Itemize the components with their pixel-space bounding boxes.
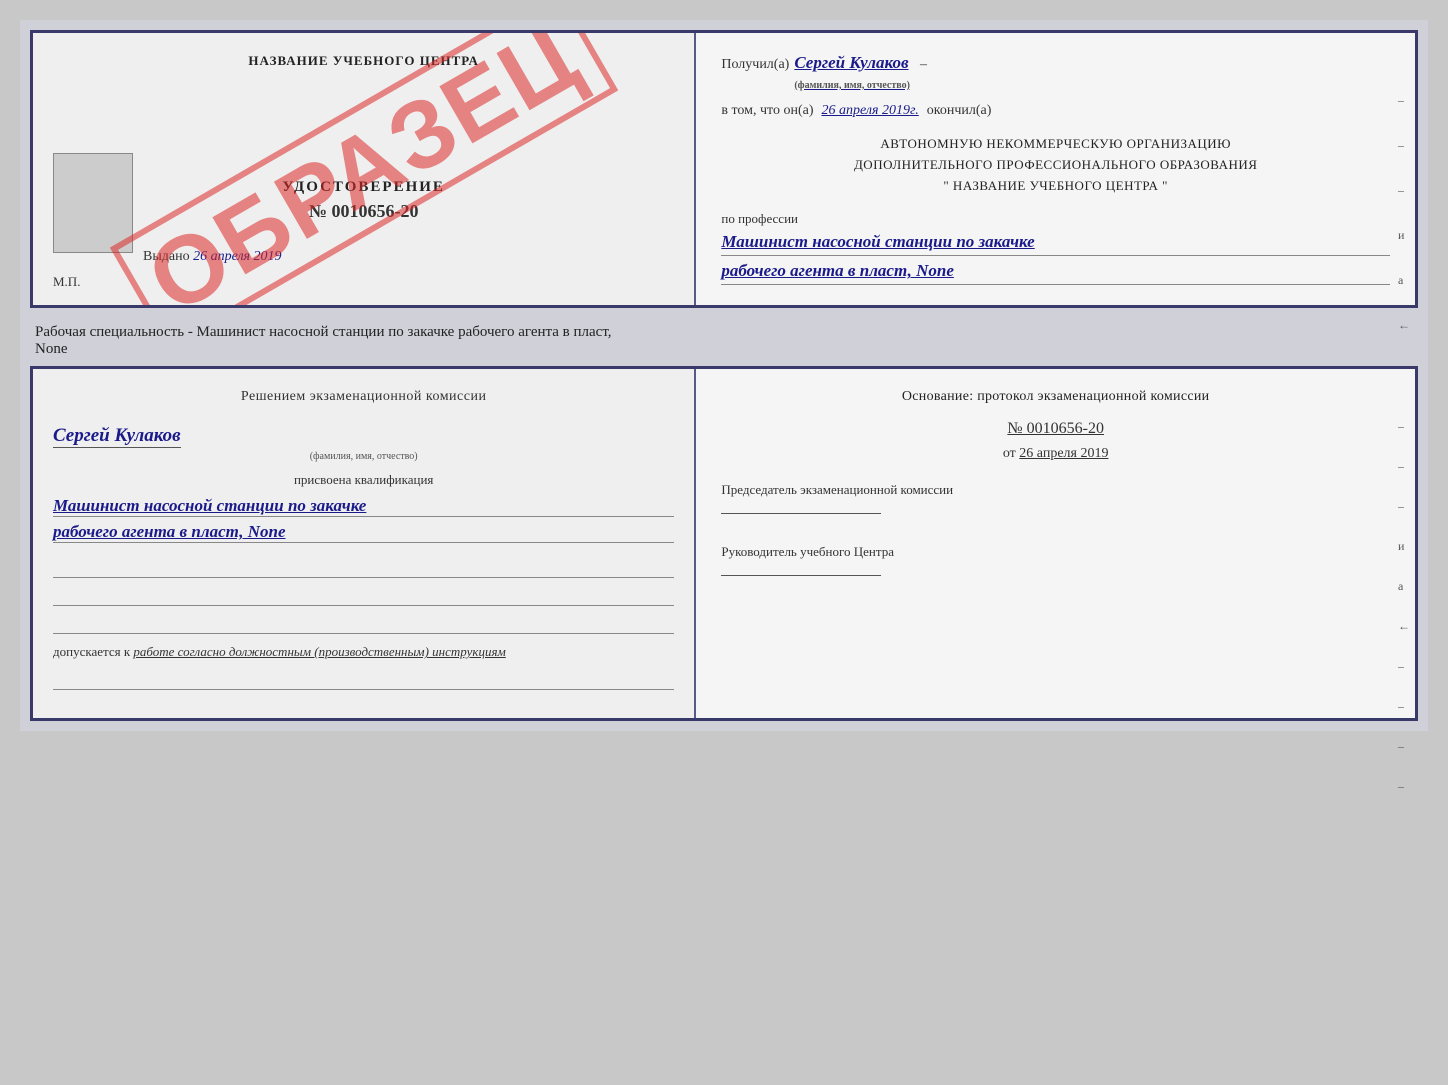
dopuskaetsya-text: допускается к работе согласно должностны… [53, 644, 674, 660]
okончил-label: окончил(а) [927, 103, 992, 119]
top-document: НАЗВАНИЕ УЧЕБНОГО ЦЕНТРА ОБРАЗЕЦ УДОСТОВ… [30, 30, 1418, 308]
blank-line1 [53, 558, 674, 578]
vtom-date: 26 апреля 2019г. [822, 103, 919, 119]
kvalif-line1: Машинист насосной станции по закачке [53, 496, 674, 517]
chairman-label: Председатель экзаменационной комиссии [721, 482, 1390, 498]
po-professii-label: по профессии [721, 211, 1390, 227]
info-line2: None [35, 341, 1413, 358]
vtom-block: в том, что он(а) 26 апреля 2019г. окончи… [721, 103, 1390, 119]
blank-line2 [53, 586, 674, 606]
dash-right: – [920, 57, 927, 73]
bottom-right-panel: Основание: протокол экзаменационной коми… [696, 369, 1415, 718]
top-left-panel: НАЗВАНИЕ УЧЕБНОГО ЦЕНТРА ОБРАЗЕЦ УДОСТОВ… [33, 33, 696, 305]
poluchil-block: Получил(а) Сергей Кулаков (фамилия, имя,… [721, 53, 1390, 93]
org-block: АВТОНОМНУЮ НЕКОММЕРЧЕСКУЮ ОРГАНИЗАЦИЮ ДО… [721, 134, 1390, 196]
protocol-number: № 0010656-20 [721, 420, 1390, 438]
chairman-sign-line [721, 513, 881, 514]
osnovanie-block: Основание: протокол экзаменационной коми… [721, 389, 1390, 405]
rukovoditel-label: Руководитель учебного Центра [721, 544, 1390, 560]
vtom-label: в том, что он(а) [721, 103, 813, 119]
org-line2: ДОПОЛНИТЕЛЬНОГО ПРОФЕССИОНАЛЬНОГО ОБРАЗО… [721, 155, 1390, 176]
page-container: НАЗВАНИЕ УЧЕБНОГО ЦЕНТРА ОБРАЗЕЦ УДОСТОВ… [20, 20, 1428, 731]
bottom-familiya-hint: (фамилия, имя, отчество) [53, 451, 674, 462]
top-right-panel: Получил(а) Сергей Кулаков (фамилия, имя,… [696, 33, 1415, 305]
vydano-line: Выдано 26 апреля 2019 [143, 249, 282, 265]
udostoverenie-number: № 0010656-20 [53, 201, 674, 222]
rukovoditel-block: Руководитель учебного Центра [721, 544, 1390, 576]
profession-line2: рабочего агента в пласт, None [721, 261, 1390, 285]
bottom-document: Решением экзаменационной комиссии Сергей… [30, 366, 1418, 721]
bottom-name: Сергей Кулаков [53, 425, 181, 448]
prisvoena-text: присвоена квалификация [53, 472, 674, 488]
photo-placeholder [53, 153, 133, 253]
vydano-date: 26 апреля 2019 [193, 249, 281, 264]
mp-label: М.П. [53, 274, 80, 290]
bottom-left-panel: Решением экзаменационной комиссии Сергей… [33, 369, 696, 718]
rukovoditel-sign-line [721, 575, 881, 576]
ot-date-value: 26 апреля 2019 [1019, 446, 1108, 461]
blank-line3 [53, 614, 674, 634]
profession-line1: Машинист насосной станции по закачке [721, 232, 1390, 256]
side-dashes-bottom: –––иа←–––– [1398, 419, 1410, 794]
poluchil-name: Сергей Кулаков (фамилия, имя, отчество) [794, 53, 910, 93]
vydano-label: Выдано [143, 249, 190, 264]
poluchil-label: Получил(а) [721, 57, 789, 73]
ot-date: от 26 апреля 2019 [721, 446, 1390, 462]
blank-line4 [53, 670, 674, 690]
udostoverenie-title: УДОСТОВЕРЕНИЕ [53, 179, 674, 196]
info-text-block: Рабочая специальность - Машинист насосно… [30, 316, 1418, 366]
familiya-hint-top: (фамилия, имя, отчество) [794, 80, 910, 91]
ot-label: от [1003, 446, 1016, 461]
udostoverenie-section: УДОСТОВЕРЕНИЕ № 0010656-20 [53, 179, 674, 222]
chairman-block: Председатель экзаменационной комиссии [721, 482, 1390, 514]
org-line3: " НАЗВАНИЕ УЧЕБНОГО ЦЕНТРА " [721, 176, 1390, 197]
kvalif-line2: рабочего агента в пласт, None [53, 522, 674, 543]
resheniem-text: Решением экзаменационной комиссии [53, 389, 674, 405]
info-line1: Рабочая специальность - Машинист насосно… [35, 324, 1413, 341]
osnovanie-label: Основание: протокол экзаменационной коми… [721, 389, 1390, 405]
top-left-title: НАЗВАНИЕ УЧЕБНОГО ЦЕНТРА [53, 53, 674, 69]
org-line1: АВТОНОМНУЮ НЕКОММЕРЧЕСКУЮ ОРГАНИЗАЦИЮ [721, 134, 1390, 155]
dopusk-work: работе согласно должностным (производств… [133, 644, 505, 659]
